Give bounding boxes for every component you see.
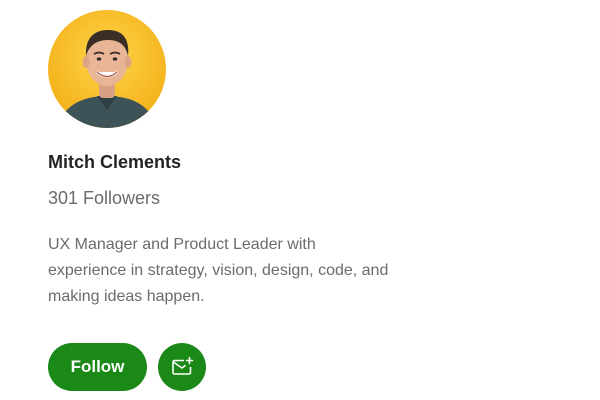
profile-bio: UX Manager and Product Leader with exper… [48,232,468,310]
follow-button[interactable]: Follow [48,343,147,391]
mail-plus-icon [172,356,194,375]
profile-card: Mitch Clements 301 Followers UX Manager … [0,0,600,400]
avatar[interactable] [48,10,166,128]
profile-name[interactable]: Mitch Clements [48,152,181,173]
bio-line: UX Manager and Product Leader with [48,236,316,253]
bio-line: making ideas happen. [48,288,205,305]
subscribe-button[interactable] [158,343,206,391]
followers-count[interactable]: 301 Followers [48,188,160,209]
bio-line: experience in strategy, vision, design, … [48,262,389,279]
person-avatar-icon [48,10,166,128]
